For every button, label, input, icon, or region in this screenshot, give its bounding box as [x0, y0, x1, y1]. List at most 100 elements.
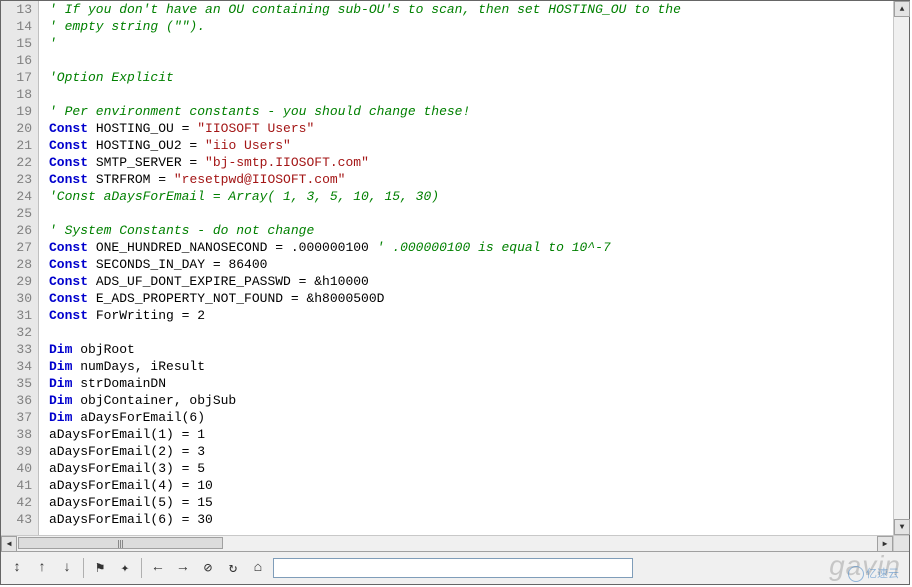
- code-line[interactable]: ' System Constants - do not change: [39, 222, 893, 239]
- token-ident: aDaysForEmail(6) = 30: [49, 512, 213, 527]
- token-str: "iio Users": [205, 138, 291, 153]
- code-line[interactable]: Const ADS_UF_DONT_EXPIRE_PASSWD = &h1000…: [39, 273, 893, 290]
- nav-forward-icon[interactable]: →: [171, 556, 195, 580]
- refresh-icon[interactable]: ↻: [221, 556, 245, 580]
- line-number: 33: [1, 341, 38, 358]
- line-number: 14: [1, 18, 38, 35]
- vscroll-track[interactable]: [894, 17, 909, 519]
- scroll-left-icon[interactable]: ◀: [1, 536, 17, 552]
- token-kw: Const: [49, 155, 88, 170]
- token-ident: SECONDS_IN_DAY = 86400: [88, 257, 267, 272]
- token-ident: ADS_UF_DONT_EXPIRE_PASSWD = &h10000: [88, 274, 369, 289]
- nav-back-icon[interactable]: ←: [146, 556, 170, 580]
- code-editor: 1314151617181920212223242526272829303132…: [0, 0, 910, 585]
- token-ident: numDays, iResult: [72, 359, 205, 374]
- bookmark-clear-icon[interactable]: ✦: [113, 556, 137, 580]
- code-line[interactable]: Const E_ADS_PROPERTY_NOT_FOUND = &h80005…: [39, 290, 893, 307]
- code-line[interactable]: aDaysForEmail(3) = 5: [39, 460, 893, 477]
- token-ident: E_ADS_PROPERTY_NOT_FOUND = &h8000500D: [88, 291, 384, 306]
- code-line[interactable]: ' Per environment constants - you should…: [39, 103, 893, 120]
- code-line[interactable]: Dim strDomainDN: [39, 375, 893, 392]
- toolbar-separator: [141, 558, 142, 578]
- token-kw: Const: [49, 308, 88, 323]
- line-number: 42: [1, 494, 38, 511]
- scrollbar-corner: [893, 535, 909, 551]
- token-str: "IIOSOFT Users": [197, 121, 314, 136]
- code-line[interactable]: Const SECONDS_IN_DAY = 86400: [39, 256, 893, 273]
- line-number: 21: [1, 137, 38, 154]
- token-ident: ONE_HUNDRED_NANOSECOND = .000000100: [88, 240, 377, 255]
- token-comment: ' If you don't have an OU containing sub…: [49, 2, 681, 17]
- code-line[interactable]: aDaysForEmail(2) = 3: [39, 443, 893, 460]
- line-number: 25: [1, 205, 38, 222]
- token-comment: ' empty string ("").: [49, 19, 205, 34]
- code-line[interactable]: ' If you don't have an OU containing sub…: [39, 1, 893, 18]
- code-line[interactable]: aDaysForEmail(5) = 15: [39, 494, 893, 511]
- code-line[interactable]: Const HOSTING_OU = "IIOSOFT Users": [39, 120, 893, 137]
- next-outer-icon[interactable]: ↕: [5, 556, 29, 580]
- code-line[interactable]: aDaysForEmail(1) = 1: [39, 426, 893, 443]
- token-comment: 'Const aDaysForEmail = Array( 1, 3, 5, 1…: [49, 189, 439, 204]
- line-number: 24: [1, 188, 38, 205]
- line-number: 38: [1, 426, 38, 443]
- arrow-down-icon[interactable]: ↓: [55, 556, 79, 580]
- token-ident: aDaysForEmail(6): [72, 410, 205, 425]
- code-line[interactable]: Const ONE_HUNDRED_NANOSECOND = .00000010…: [39, 239, 893, 256]
- code-area[interactable]: ' If you don't have an OU containing sub…: [39, 1, 893, 535]
- arrow-up-icon[interactable]: ↑: [30, 556, 54, 580]
- token-str: "bj-smtp.IIOSOFT.com": [205, 155, 369, 170]
- code-line[interactable]: [39, 205, 893, 222]
- line-number-gutter: 1314151617181920212223242526272829303132…: [1, 1, 39, 535]
- token-comment: ': [49, 36, 57, 51]
- bottom-toolbar: ↕↑↓ ⚑✦ ←→⊘↻⌂: [1, 551, 909, 584]
- line-number: 19: [1, 103, 38, 120]
- horizontal-scrollbar[interactable]: ◀ ▶: [1, 535, 893, 551]
- line-number: 23: [1, 171, 38, 188]
- line-number: 34: [1, 358, 38, 375]
- line-number: 20: [1, 120, 38, 137]
- scroll-right-icon[interactable]: ▶: [877, 536, 893, 552]
- stop-icon[interactable]: ⊘: [196, 556, 220, 580]
- line-number: 28: [1, 256, 38, 273]
- line-number: 41: [1, 477, 38, 494]
- token-comment: ' .000000100 is equal to 10^-7: [377, 240, 611, 255]
- token-ident: aDaysForEmail(4) = 10: [49, 478, 213, 493]
- code-line[interactable]: [39, 324, 893, 341]
- code-line[interactable]: [39, 52, 893, 69]
- token-kw: Dim: [49, 342, 72, 357]
- code-line[interactable]: [39, 86, 893, 103]
- scroll-up-icon[interactable]: ▲: [894, 1, 910, 17]
- code-line[interactable]: ' empty string ("").: [39, 18, 893, 35]
- token-kw: Dim: [49, 393, 72, 408]
- token-kw: Dim: [49, 359, 72, 374]
- vertical-scrollbar[interactable]: ▲ ▼: [893, 1, 909, 535]
- bookmark-toggle-icon[interactable]: ⚑: [88, 556, 112, 580]
- token-comment: ' Per environment constants - you should…: [49, 104, 470, 119]
- line-number: 18: [1, 86, 38, 103]
- code-line[interactable]: 'Const aDaysForEmail = Array( 1, 3, 5, 1…: [39, 188, 893, 205]
- line-number: 17: [1, 69, 38, 86]
- hscroll-track[interactable]: [17, 536, 877, 551]
- home-icon[interactable]: ⌂: [246, 556, 270, 580]
- line-number: 35: [1, 375, 38, 392]
- token-kw: Dim: [49, 410, 72, 425]
- code-line[interactable]: Dim aDaysForEmail(6): [39, 409, 893, 426]
- scroll-down-icon[interactable]: ▼: [894, 519, 910, 535]
- hscroll-thumb[interactable]: [18, 537, 223, 549]
- token-str: "resetpwd@IIOSOFT.com": [174, 172, 346, 187]
- code-line[interactable]: Const STRFROM = "resetpwd@IIOSOFT.com": [39, 171, 893, 188]
- code-line[interactable]: Const ForWriting = 2: [39, 307, 893, 324]
- code-line[interactable]: Const HOSTING_OU2 = "iio Users": [39, 137, 893, 154]
- address-combo[interactable]: [273, 558, 633, 578]
- token-kw: Const: [49, 240, 88, 255]
- token-ident: aDaysForEmail(3) = 5: [49, 461, 205, 476]
- code-line[interactable]: Dim objRoot: [39, 341, 893, 358]
- code-line[interactable]: Dim objContainer, objSub: [39, 392, 893, 409]
- code-line[interactable]: aDaysForEmail(4) = 10: [39, 477, 893, 494]
- code-line[interactable]: Dim numDays, iResult: [39, 358, 893, 375]
- code-line[interactable]: Const SMTP_SERVER = "bj-smtp.IIOSOFT.com…: [39, 154, 893, 171]
- code-line[interactable]: ': [39, 35, 893, 52]
- line-number: 27: [1, 239, 38, 256]
- code-line[interactable]: aDaysForEmail(6) = 30: [39, 511, 893, 528]
- code-line[interactable]: 'Option Explicit: [39, 69, 893, 86]
